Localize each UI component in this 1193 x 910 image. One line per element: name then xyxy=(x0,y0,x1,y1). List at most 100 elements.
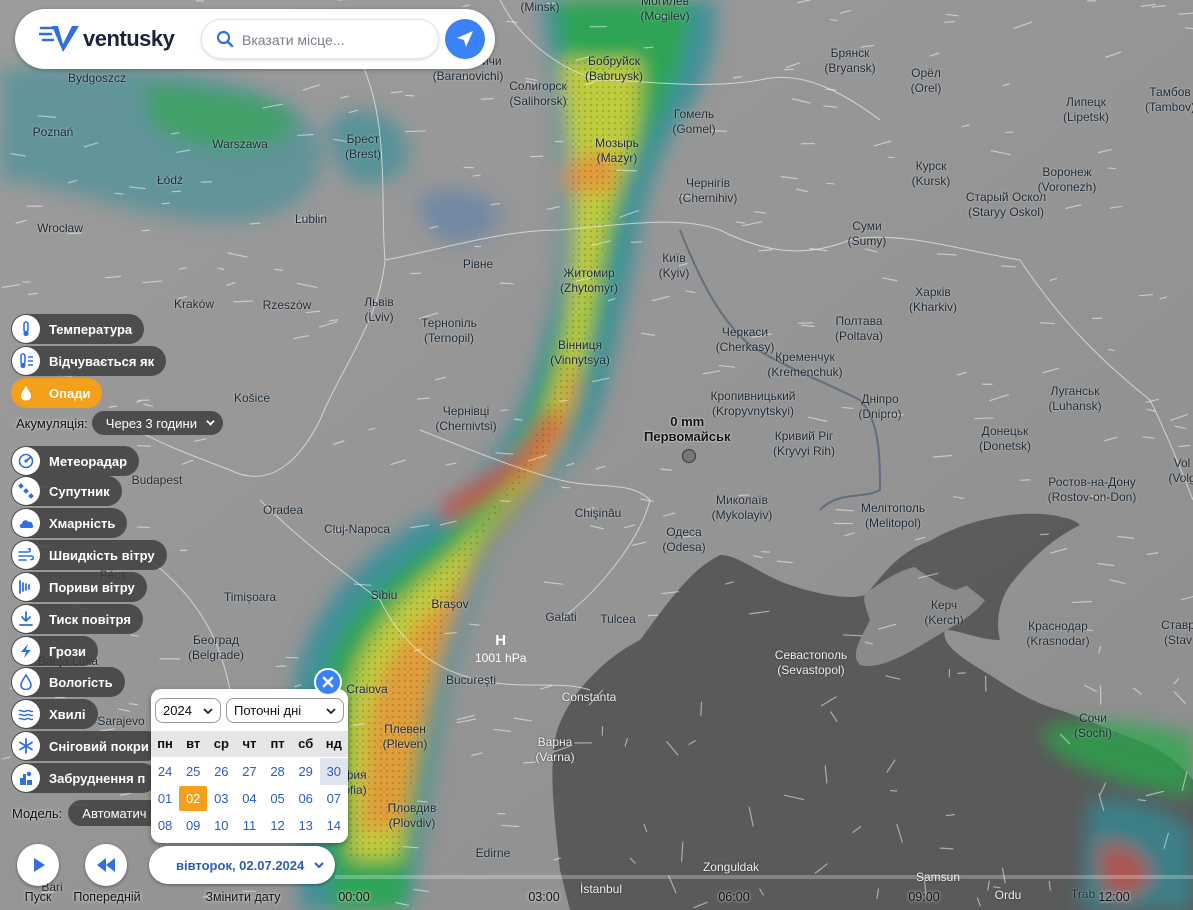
city-label[interactable]: Chişinău xyxy=(575,506,622,521)
city-label[interactable]: Орёл (Orel) xyxy=(911,66,942,96)
calendar-day[interactable]: 25 xyxy=(179,758,207,785)
previous-button[interactable] xyxy=(85,844,127,886)
city-label[interactable]: Гомель (Gomel) xyxy=(672,107,715,137)
layer-button[interactable]: Тиск повітря xyxy=(11,604,143,634)
city-label[interactable]: Солигорск (Salihorsk) xyxy=(509,79,567,109)
accumulation-select[interactable]: Через 3 години xyxy=(91,411,223,435)
city-label[interactable]: Керч (Kerch) xyxy=(924,598,963,628)
city-label[interactable]: Craiova xyxy=(346,682,387,697)
layer-button[interactable]: Сніговий покри xyxy=(11,731,161,761)
city-label[interactable]: Вінниця (Vinnytsya) xyxy=(550,338,610,368)
city-label[interactable]: Київ (Kyiv) xyxy=(659,251,690,281)
layer-button[interactable]: Хмарність xyxy=(11,508,128,538)
city-label[interactable]: Constanta xyxy=(562,690,617,705)
city-label[interactable]: Черкаси (Cherkasy) xyxy=(716,325,775,355)
layer-button[interactable]: Супутник xyxy=(11,476,122,506)
city-label[interactable]: Сочи (Sochi) xyxy=(1074,711,1112,741)
calendar-day[interactable]: 30 xyxy=(319,758,348,785)
city-label[interactable]: Севастополь (Sevastopol) xyxy=(775,648,847,678)
city-label[interactable]: Sibiu xyxy=(371,588,398,603)
city-label[interactable]: Oradea xyxy=(263,503,303,518)
city-label[interactable]: Суми (Sumy) xyxy=(848,219,887,249)
city-label[interactable]: Тамбов (Tambov) xyxy=(1145,85,1193,115)
city-label[interactable]: Луганськ (Luhansk) xyxy=(1048,384,1101,414)
city-label[interactable]: Warszawa xyxy=(212,137,268,152)
calendar-day[interactable]: 24 xyxy=(151,758,179,785)
calendar-day[interactable]: 13 xyxy=(292,812,320,839)
calendar-day[interactable]: 07 xyxy=(320,785,348,812)
layer-button[interactable]: Хвилі xyxy=(11,699,98,729)
city-label[interactable]: Vol (Volg xyxy=(1168,456,1193,486)
city-label[interactable]: Ставр (Stav xyxy=(1161,618,1193,648)
city-label[interactable]: Пловдив (Plovdiv) xyxy=(388,801,437,831)
city-label[interactable]: Budapest xyxy=(132,473,183,488)
city-label[interactable]: Trab xyxy=(1071,887,1095,902)
city-label[interactable]: Wrocław xyxy=(37,221,83,236)
city-label[interactable]: Житомир (Zhytomyr) xyxy=(560,266,618,296)
play-button[interactable] xyxy=(17,844,59,886)
city-label[interactable]: Мелітополь (Melitopol) xyxy=(861,501,925,531)
calendar-day[interactable]: 29 xyxy=(292,758,320,785)
calendar-day[interactable]: 08 xyxy=(151,812,179,839)
city-label[interactable]: Мозырь (Mazyr) xyxy=(595,136,639,166)
city-label[interactable]: Edirne xyxy=(476,846,511,861)
time-tick[interactable]: 09:00 xyxy=(908,890,939,904)
city-label[interactable]: Миколаїв (Mykolayiv) xyxy=(712,493,773,523)
calendar-day[interactable]: 26 xyxy=(207,758,235,785)
location-marker[interactable]: 0 mm Первомайськ xyxy=(644,414,731,463)
city-label[interactable]: Бобруйск (Babruysk) xyxy=(585,54,643,84)
city-label[interactable]: Braşov xyxy=(431,597,468,612)
city-label[interactable]: Старый Оскол (Staryy Oskol) xyxy=(966,190,1046,220)
time-tick[interactable]: 12:00 xyxy=(1098,890,1129,904)
city-label[interactable]: Кременчук (Kremenchuk) xyxy=(767,350,842,380)
city-label[interactable]: Београд (Belgrade) xyxy=(188,633,244,663)
city-label[interactable]: İstanbul xyxy=(580,882,622,897)
calendar-day[interactable]: 03 xyxy=(207,785,235,812)
city-label[interactable]: Воронеж (Voronezh) xyxy=(1038,165,1097,195)
city-label[interactable]: Košice xyxy=(234,391,270,406)
close-calendar-button[interactable] xyxy=(314,668,342,696)
layer-button[interactable]: Грози xyxy=(11,636,99,666)
calendar-day[interactable]: 12 xyxy=(264,812,292,839)
timeline-track[interactable] xyxy=(335,875,1193,879)
time-tick[interactable]: 03:00 xyxy=(528,890,559,904)
month-select[interactable]: Поточні дні xyxy=(226,698,344,723)
city-label[interactable]: Sarajevo xyxy=(97,714,144,729)
marker-dot[interactable] xyxy=(682,449,696,463)
calendar-day[interactable]: 10 xyxy=(207,812,235,839)
city-label[interactable]: Łódź xyxy=(157,173,183,188)
city-label[interactable]: Могилев (Mogilev) xyxy=(640,0,689,24)
city-label[interactable]: Ростов-на-Дону (Rostov-on-Don) xyxy=(1048,475,1137,505)
city-label[interactable]: Курск (Kursk) xyxy=(912,159,951,189)
city-label[interactable]: Липецк (Lipetsk) xyxy=(1063,95,1109,125)
locate-me-button[interactable] xyxy=(445,19,485,59)
city-label[interactable]: Брянск (Bryansk) xyxy=(824,46,875,76)
city-label[interactable]: Zonguldak xyxy=(703,860,759,875)
layer-button[interactable]: Забруднення п xyxy=(11,763,158,793)
city-label[interactable]: Ordu xyxy=(995,888,1022,903)
city-label[interactable]: Galati xyxy=(545,610,576,625)
city-label[interactable]: Одеса (Odesa) xyxy=(662,525,705,555)
city-label[interactable]: Тернопіль (Ternopil) xyxy=(421,316,477,346)
city-label[interactable]: Брест (Brest) xyxy=(345,132,381,162)
calendar-day[interactable]: 28 xyxy=(264,758,292,785)
calendar-day[interactable]: 01 xyxy=(151,785,179,812)
city-label[interactable]: Краснодар (Krasnodar) xyxy=(1026,619,1089,649)
city-label[interactable]: Tulcea xyxy=(600,612,636,627)
city-label[interactable]: Харків (Kharkiv) xyxy=(909,285,957,315)
city-label[interactable]: Bydgoszcz xyxy=(68,71,126,86)
city-label[interactable]: Львів (Lviv) xyxy=(364,295,394,325)
ventusky-logo[interactable]: ventusky xyxy=(39,23,175,55)
city-label[interactable]: Рівне xyxy=(463,257,493,272)
layer-button[interactable]: Метеорадар xyxy=(11,446,140,476)
city-label[interactable]: Варна (Varna) xyxy=(535,735,574,765)
city-label[interactable]: (Minsk) xyxy=(520,0,559,15)
layer-button[interactable]: Температура xyxy=(11,314,145,344)
time-tick[interactable]: 06:00 xyxy=(718,890,749,904)
layer-button[interactable]: Вологість xyxy=(11,667,125,697)
date-selector[interactable]: вівторок, 02.07.2024 xyxy=(149,846,335,884)
calendar-day[interactable]: 27 xyxy=(235,758,263,785)
city-label[interactable]: Дніпро (Dnipro) xyxy=(858,392,901,422)
search-box[interactable] xyxy=(201,19,439,59)
layer-button[interactable]: Опади xyxy=(11,378,103,408)
